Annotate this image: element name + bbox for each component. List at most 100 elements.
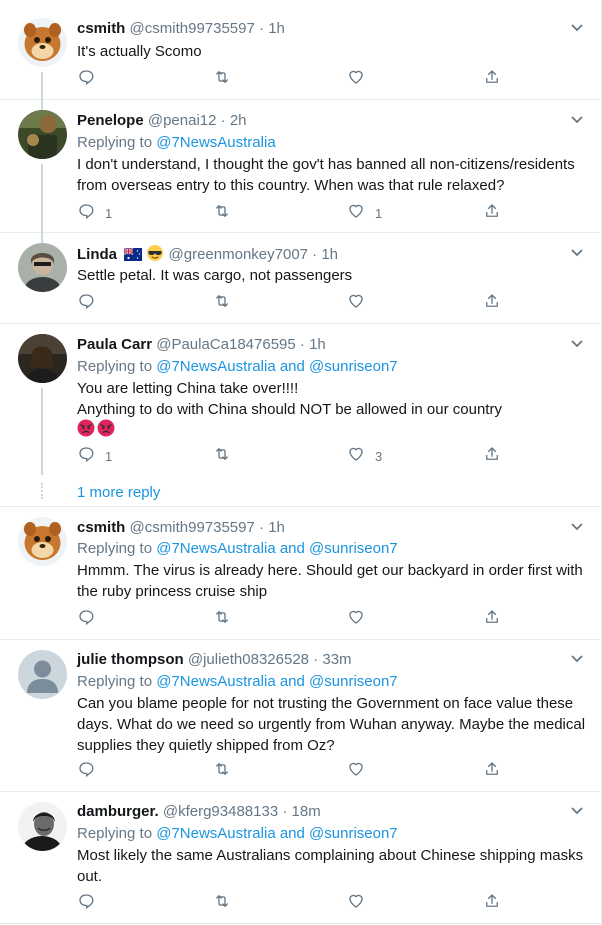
reply-button[interactable]: 1 [77, 446, 112, 466]
thread-connector [41, 100, 43, 110]
share-button[interactable] [483, 446, 501, 466]
mention-link[interactable]: @7NewsAustralia [156, 358, 275, 375]
reply-button[interactable] [77, 293, 105, 313]
avatar[interactable] [18, 802, 67, 851]
heart-icon [347, 445, 365, 468]
avatar[interactable] [18, 650, 67, 699]
heart-icon [347, 608, 365, 631]
display-name[interactable]: Linda [77, 246, 117, 263]
tweet-text: Most likely the same Australians complai… [77, 845, 589, 887]
reply-button[interactable]: 1 [77, 203, 112, 223]
share-button[interactable] [483, 203, 501, 223]
retweet-button[interactable] [213, 446, 241, 466]
tweet-julie-thompson[interactable]: julie thompson @julieth08326528 · 33m Re… [0, 640, 601, 792]
display-name[interactable]: Penelope [77, 112, 144, 129]
avatar[interactable] [18, 517, 67, 566]
avatar[interactable] [18, 110, 67, 159]
reply-button[interactable] [77, 69, 105, 89]
retweet-button[interactable] [213, 609, 241, 629]
thread-connector [41, 233, 43, 243]
avatar[interactable] [18, 243, 67, 292]
reply-button[interactable] [77, 761, 105, 781]
mention-link[interactable]: @7NewsAustralia [156, 825, 275, 842]
user-handle[interactable]: @csmith99735597 [130, 519, 255, 536]
replying-to: Replying to @7NewsAustralia [77, 133, 276, 153]
timestamp[interactable]: 1h [321, 246, 338, 263]
display-name[interactable]: csmith [77, 519, 125, 536]
retweet-button[interactable] [213, 203, 241, 223]
mention-link[interactable]: @sunriseon7 [309, 825, 398, 842]
tweet-csmith-1[interactable]: csmith @csmith99735597 · 1h It's actuall… [0, 0, 601, 100]
retweet-button[interactable] [213, 893, 241, 913]
tweet-linda[interactable]: Linda @greenmonkey7007 · 1h Settle petal… [0, 233, 601, 324]
retweet-icon [213, 760, 231, 783]
timestamp[interactable]: 1h [268, 519, 285, 536]
display-name[interactable]: damburger. [77, 803, 159, 820]
mention-link[interactable]: @7NewsAustralia [156, 134, 275, 151]
chevron-down-icon[interactable] [569, 111, 585, 127]
reply-button[interactable] [77, 609, 105, 629]
tweet-header: Penelope @penai12 · 2h [77, 111, 247, 131]
tweet-damburger[interactable]: damburger. @kferg93488133 · 18m Replying… [0, 792, 601, 924]
mention-link[interactable]: @7NewsAustralia [156, 673, 275, 690]
heart-icon [347, 292, 365, 315]
timestamp[interactable]: 33m [322, 651, 351, 668]
chevron-down-icon[interactable] [569, 802, 585, 818]
chevron-down-icon[interactable] [569, 518, 585, 534]
like-button[interactable] [347, 69, 375, 89]
timestamp[interactable]: 18m [292, 803, 321, 820]
timestamp[interactable]: 1h [268, 20, 285, 37]
heart-icon [347, 202, 365, 225]
display-name[interactable]: csmith [77, 20, 125, 37]
tweet-paula-carr[interactable]: Paula Carr @PaulaCa18476595 · 1h Replyin… [0, 324, 601, 506]
chevron-down-icon[interactable] [569, 335, 585, 351]
share-button[interactable] [483, 761, 501, 781]
chevron-down-icon[interactable] [569, 650, 585, 666]
angry-face-icon [77, 419, 95, 443]
mention-link[interactable]: @sunriseon7 [309, 540, 398, 557]
tweet-actions: 1 1 [77, 203, 589, 223]
user-handle[interactable]: @kferg93488133 [163, 803, 278, 820]
like-button[interactable] [347, 893, 375, 913]
user-handle[interactable]: @greenmonkey7007 [169, 246, 308, 263]
chevron-down-icon[interactable] [569, 19, 585, 35]
reply-count: 1 [105, 205, 113, 221]
tweet-text-line: out. [77, 868, 103, 885]
mention-link[interactable]: @sunriseon7 [309, 673, 398, 690]
reply-icon [77, 68, 95, 91]
display-name[interactable]: Paula Carr [77, 336, 152, 353]
retweet-button[interactable] [213, 761, 241, 781]
mention-link[interactable]: @7NewsAustralia [156, 540, 275, 557]
share-button[interactable] [483, 293, 501, 313]
retweet-button[interactable] [213, 293, 241, 313]
tweet-csmith-2[interactable]: csmith @csmith99735597 · 1h Replying to … [0, 507, 601, 640]
timestamp[interactable]: 2h [230, 112, 247, 129]
tweet-penelope[interactable]: Penelope @penai12 · 2h Replying to @7New… [0, 100, 601, 233]
like-button[interactable]: 1 [347, 203, 382, 223]
reply-button[interactable] [77, 893, 105, 913]
user-handle[interactable]: @julieth08326528 [188, 651, 309, 668]
avatar[interactable] [18, 334, 67, 383]
mention-link[interactable]: @sunriseon7 [309, 358, 398, 375]
replying-to: Replying to @7NewsAustralia and @sunrise… [77, 672, 398, 692]
chevron-down-icon[interactable] [569, 244, 585, 260]
share-button[interactable] [483, 69, 501, 89]
retweet-button[interactable] [213, 69, 241, 89]
like-button[interactable] [347, 609, 375, 629]
mention-conjunction: and [279, 673, 305, 690]
user-handle[interactable]: @csmith99735597 [130, 20, 255, 37]
share-button[interactable] [483, 609, 501, 629]
like-button[interactable] [347, 761, 375, 781]
tweet-text: Hmmm. The virus is already here. Should … [77, 560, 589, 602]
like-button[interactable] [347, 293, 375, 313]
show-more-replies-link[interactable]: 1 more reply [77, 483, 160, 503]
display-name[interactable]: julie thompson [77, 651, 184, 668]
user-handle[interactable]: @penai12 [148, 112, 217, 129]
like-button[interactable]: 3 [347, 446, 382, 466]
user-handle[interactable]: @PaulaCa18476595 [156, 336, 296, 353]
share-button[interactable] [483, 893, 501, 913]
separator: · [259, 20, 265, 37]
timestamp[interactable]: 1h [309, 336, 326, 353]
avatar[interactable] [18, 18, 67, 67]
replying-to: Replying to @7NewsAustralia and @sunrise… [77, 357, 398, 377]
